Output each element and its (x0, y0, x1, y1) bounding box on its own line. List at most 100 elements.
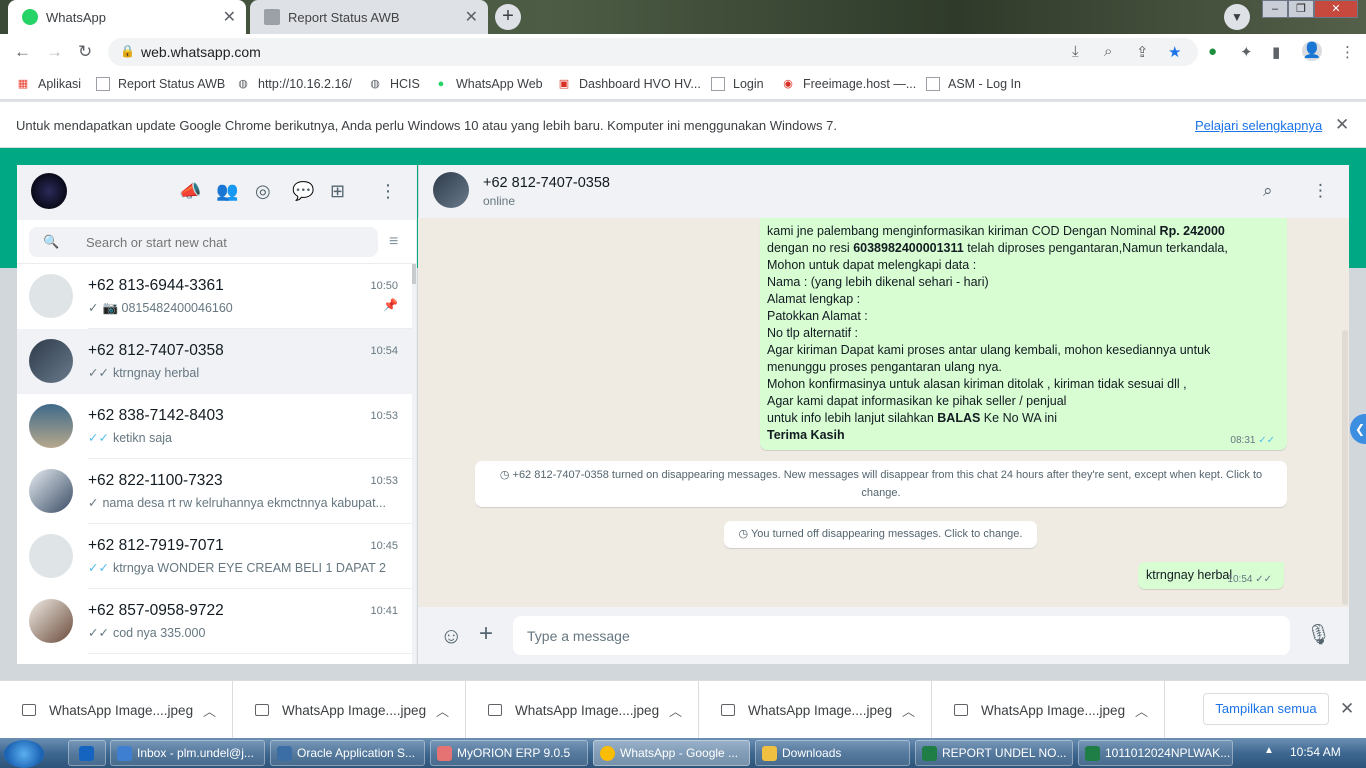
taskbar-clock[interactable]: 10:54 AM (1290, 745, 1341, 759)
search-box[interactable]: 🔍 (29, 227, 378, 257)
menu-icon[interactable]: ⋮ (1340, 43, 1355, 61)
message-meta: 08:31 ✓✓ (1230, 435, 1275, 446)
bookmark-login[interactable]: Login (711, 77, 764, 91)
side-panel-icon[interactable]: ▮ (1272, 43, 1280, 61)
microphone-icon[interactable]: 🎙 (1306, 622, 1331, 647)
learn-more-link[interactable]: Pelajari selengkapnya (1195, 118, 1322, 133)
my-avatar[interactable] (31, 173, 67, 209)
chat-item[interactable]: +62 838-7142-8403 10:53 ✓✓ ketikn saja (17, 394, 412, 459)
bookmark-ip[interactable]: ◍ http://10.16.2.16/ (236, 77, 352, 91)
download-item[interactable]: WhatsApp Image....jpeg ︿ (932, 681, 1165, 739)
download-item[interactable]: WhatsApp Image....jpeg ︿ (466, 681, 699, 739)
check-icon: ✓ (88, 301, 99, 315)
chevron-up-icon[interactable]: ︿ (436, 701, 449, 720)
reload-icon[interactable]: ↻ (78, 42, 92, 62)
tab-search-icon[interactable]: ▼ (1224, 4, 1250, 30)
status-icon[interactable]: ◎ (255, 181, 271, 202)
attach-icon[interactable]: + (479, 620, 493, 648)
message-bubble-outgoing[interactable]: ktrngnay herbal 10:54 ✓✓ (1138, 562, 1284, 589)
globe-icon: ◍ (370, 78, 380, 90)
system-message-disappearing-off[interactable]: ◷ You turned off disappearing messages. … (724, 521, 1037, 548)
download-item[interactable]: WhatsApp Image....jpeg ︿ (699, 681, 932, 739)
close-icon[interactable]: ✕ (1340, 699, 1354, 719)
address-bar[interactable]: 🔒 web.whatsapp.com (108, 38, 1198, 66)
window-close-button[interactable]: ✕ (1314, 0, 1358, 18)
message-input[interactable] (513, 616, 1290, 655)
menu-icon[interactable]: ⋮ (1312, 181, 1329, 201)
share-icon[interactable]: ⇪ (1136, 43, 1149, 61)
bookmark-report-status[interactable]: Report Status AWB (96, 77, 225, 91)
taskbar-item[interactable]: Downloads (755, 740, 910, 766)
message-bubble-outgoing[interactable]: kami jne palembang menginformasikan kiri… (760, 218, 1287, 450)
search-input[interactable] (86, 235, 366, 250)
chevron-up-icon[interactable]: ︿ (902, 701, 915, 720)
extensions-icon[interactable]: ✦ (1240, 43, 1253, 61)
taskbar-outlook[interactable] (68, 740, 106, 766)
chevron-up-icon[interactable]: ︿ (203, 701, 216, 720)
back-icon[interactable]: ← (14, 42, 31, 62)
close-tab-icon[interactable]: ✕ (465, 7, 478, 27)
taskbar-item[interactable]: 1011012024NPLWAK... (1078, 740, 1233, 766)
forward-icon[interactable]: → (46, 42, 63, 62)
menu-icon[interactable]: ⋮ (379, 181, 397, 202)
bookmark-dashboard[interactable]: ▣ Dashboard HVO HV... (557, 77, 701, 91)
close-tab-icon[interactable]: ✕ (223, 7, 236, 27)
chat-item[interactable]: +62 813-6944-3361 10:50 ✓ 📷 0815482400046… (17, 264, 412, 329)
tray-expand-icon[interactable]: ▲ (1264, 745, 1274, 756)
close-icon[interactable]: ✕ (1335, 115, 1349, 135)
taskbar-item[interactable]: REPORT UNDEL NO... (915, 740, 1073, 766)
extension-whatsapp-icon[interactable]: ● (1208, 43, 1217, 60)
chat-preview: ✓✓ ktrngnay herbal (88, 366, 200, 380)
maximize-button[interactable]: ❐ (1288, 0, 1314, 18)
taskbar-item[interactable]: Oracle Application S... (270, 740, 425, 766)
chat-name: +62 857-0958-9722 (88, 602, 224, 619)
taskbar-item[interactable]: MyORION ERP 9.0.5 (430, 740, 588, 766)
bookmark-whatsapp-web[interactable]: ● WhatsApp Web (434, 77, 543, 91)
chevron-up-icon[interactable]: ︿ (669, 701, 682, 720)
show-all-downloads-button[interactable]: Tampilkan semua (1203, 693, 1329, 725)
taskbar-item[interactable]: Inbox - plm.undel@j... (110, 740, 265, 766)
new-chat-icon[interactable]: ⊞ (330, 181, 345, 202)
taskbar-item[interactable]: WhatsApp - Google ... (593, 740, 750, 766)
page-icon (264, 9, 280, 25)
communities-icon[interactable]: 📣 (179, 181, 201, 202)
system-message-disappearing-on[interactable]: ◷ +62 812-7407-0358 turned on disappeari… (475, 461, 1287, 507)
install-icon[interactable]: ⤓ (1072, 43, 1079, 60)
minimize-button[interactable]: – (1262, 0, 1288, 18)
bookmark-asm[interactable]: ASM - Log In (926, 77, 1021, 91)
chat-item[interactable]: +62 812-7407-0358 10:54 ✓✓ ktrngnay herba… (17, 329, 412, 394)
chat-item[interactable]: +62 822-1100-7323 10:53 ✓ nama desa rt rw… (17, 459, 412, 524)
download-item[interactable]: WhatsApp Image....jpeg ︿ (233, 681, 466, 739)
bookmark-apps[interactable]: ▦ Aplikasi (16, 77, 81, 91)
emoji-icon[interactable]: ☺ (440, 623, 462, 649)
tab-whatsapp[interactable]: WhatsApp ✕ (8, 0, 246, 34)
filter-icon[interactable]: ≡ (389, 233, 398, 251)
bookmark-hcis[interactable]: ◍ HCIS (368, 77, 420, 91)
outlook-icon (79, 746, 94, 761)
chat-name: +62 838-7142-8403 (88, 407, 224, 424)
bookmark-freeimage[interactable]: ◉ Freeimage.host —... (781, 77, 916, 91)
groups-icon[interactable]: 👥 (216, 181, 238, 202)
conversation-scrollbar[interactable] (1342, 330, 1348, 605)
double-check-icon: ✓✓ (1258, 435, 1275, 446)
conversation-header[interactable]: +62 812-7407-0358 online ⌕ ⋮ (418, 165, 1349, 218)
profile-avatar[interactable]: 👤 (1302, 41, 1322, 61)
check-icon: ✓ (88, 496, 99, 510)
new-tab-button[interactable]: + (495, 4, 521, 30)
channels-icon[interactable]: 💬 (292, 181, 314, 202)
search-icon[interactable]: ⌕ (1263, 181, 1273, 201)
zoom-icon[interactable]: ⌕ (1104, 43, 1112, 60)
tab-report-status[interactable]: Report Status AWB ✕ (250, 0, 488, 34)
chat-list-scrollbar[interactable] (412, 264, 416, 664)
chat-item[interactable]: +62 812-7919-7071 10:45 ✓✓ ktrngya WONDER… (17, 524, 412, 589)
chat-item[interactable]: +62 857-0958-9722 10:41 ✓✓ cod nya 335.00… (17, 589, 412, 654)
bookmark-star-icon[interactable]: ★ (1168, 43, 1181, 61)
apps-grid-icon: ▦ (17, 78, 29, 90)
start-button[interactable] (4, 740, 44, 768)
download-item[interactable]: WhatsApp Image....jpeg ︿ (0, 681, 233, 739)
image-file-icon (954, 704, 968, 716)
globe-icon: ◍ (238, 78, 248, 90)
contact-avatar[interactable] (433, 172, 469, 208)
chevron-up-icon[interactable]: ︿ (1135, 701, 1148, 720)
double-check-icon: ✓✓ (1255, 574, 1272, 585)
